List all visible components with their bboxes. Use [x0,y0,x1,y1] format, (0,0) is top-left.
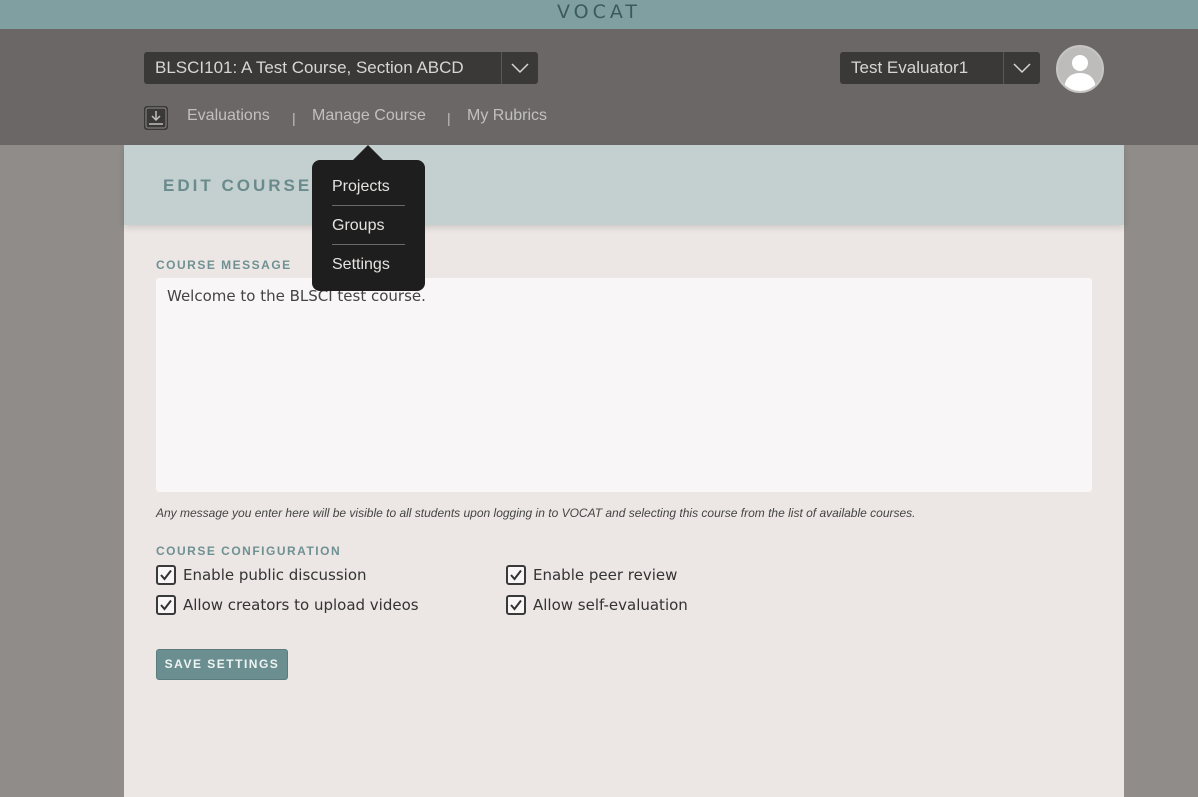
user-select-chevron-down-icon[interactable] [1003,52,1040,84]
dropdown-pointer [353,145,383,160]
checkbox-check-icon[interactable] [156,565,176,585]
nav-my-rubrics[interactable]: My Rubrics [467,107,547,125]
user-silhouette-icon [1064,55,1096,91]
user-select-label: Test Evaluator1 [851,58,969,77]
course-message-input[interactable]: Welcome to the BLSCI test course. [156,278,1092,492]
nav-separator: | [447,110,451,126]
course-message-help: Any message you enter here will be visib… [156,506,916,520]
user-avatar[interactable] [1056,45,1104,93]
manage-course-dropdown: Projects Groups Settings [312,160,425,291]
checkbox-check-icon[interactable] [506,565,526,585]
course-select-chevron-down-icon[interactable] [501,52,538,84]
checkbox-label: Allow self-evaluation [533,596,688,614]
checkbox-label: Enable public discussion [183,566,367,584]
dropdown-item-groups[interactable]: Groups [332,206,405,245]
course-select-label: BLSCI101: A Test Course, Section ABCD [155,58,464,77]
nav-evaluations[interactable]: Evaluations [187,107,270,125]
download-icon[interactable] [144,106,168,130]
checkbox-check-icon[interactable] [156,595,176,615]
dropdown-item-projects[interactable]: Projects [332,167,405,206]
page-title: EDIT COURSE S [163,176,335,195]
nav-manage-course[interactable]: Manage Course [312,107,426,125]
save-settings-button[interactable]: SAVE SETTINGS [156,649,288,680]
header: BLSCI101: A Test Course, Section ABCD Te… [0,29,1198,145]
settings-panel: EDIT COURSE S COURSE MESSAGE Welcome to … [124,145,1124,797]
vocat-logo[interactable]: VOCAT [557,1,641,23]
dropdown-item-settings[interactable]: Settings [332,245,405,284]
course-configuration-label: COURSE CONFIGURATION [156,544,342,558]
panel-header: EDIT COURSE S [124,145,1124,225]
course-select[interactable]: BLSCI101: A Test Course, Section ABCD [144,52,538,84]
course-message-label: COURSE MESSAGE [156,258,292,272]
checkbox-label: Allow creators to upload videos [183,596,419,614]
user-select[interactable]: Test Evaluator1 [840,52,1040,84]
top-bar: VOCAT [0,0,1198,29]
nav-separator: | [292,110,296,126]
checkbox-label: Enable peer review [533,566,678,584]
checkbox-check-icon[interactable] [506,595,526,615]
